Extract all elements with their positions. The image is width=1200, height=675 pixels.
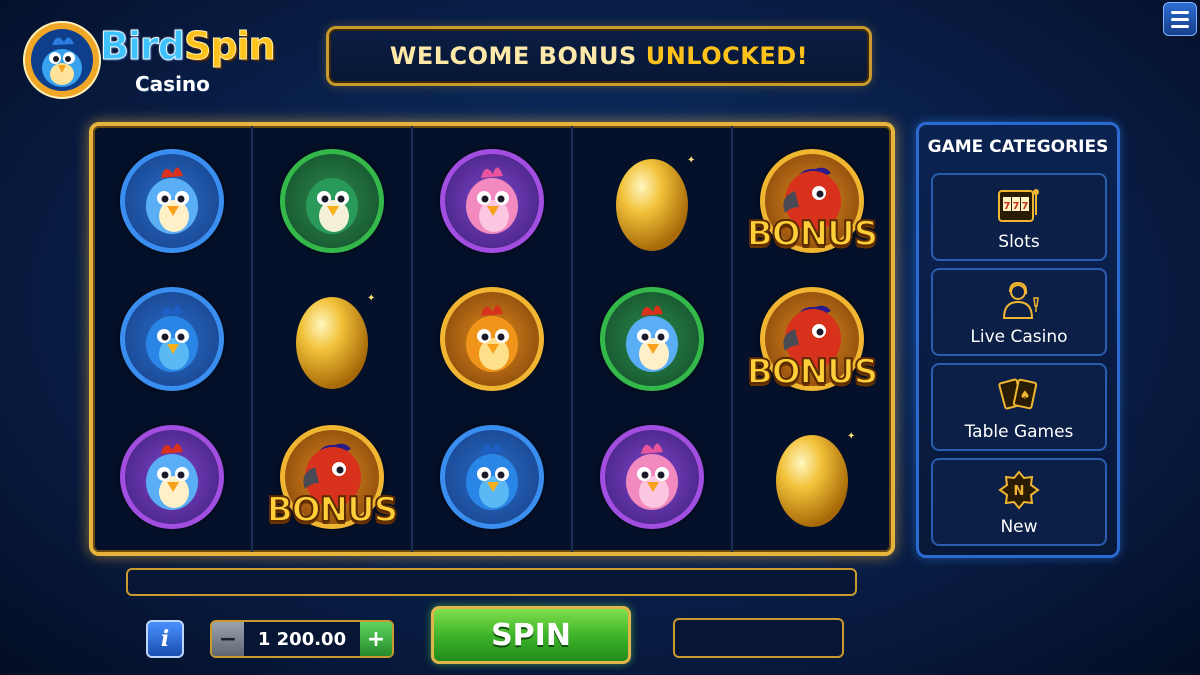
bonus-symbol: BONUS — [746, 284, 879, 394]
green-parrot-symbol — [277, 146, 387, 256]
category-label: New — [1000, 517, 1038, 537]
blue-parrot-symbol — [117, 284, 227, 394]
hamburger-icon — [1171, 10, 1189, 14]
purple-rooster-symbol — [117, 422, 227, 532]
game-categories-panel: GAME CATEGORIES 7 7 7 Slots Live Casino … — [916, 122, 1120, 558]
category-live-casino[interactable]: Live Casino — [931, 268, 1107, 356]
logo-word-bird: Bird — [100, 24, 186, 69]
category-label: Table Games — [964, 422, 1074, 442]
banner-text-main: WELCOME BONUS — [389, 42, 637, 70]
golden-egg-symbol: ✦ — [757, 422, 867, 532]
bet-increase-button[interactable]: + — [360, 622, 392, 656]
welcome-banner: WELCOME BONUS UNLOCKED! — [326, 26, 872, 86]
bonus-label: BONUS — [746, 213, 879, 255]
bet-value: 1 200.00 — [257, 628, 347, 650]
bonus-symbol: BONUS — [746, 146, 879, 256]
win-display — [673, 618, 844, 658]
blue-bird-rooster-symbol — [117, 146, 227, 256]
golden-egg-symbol: ✦ — [597, 146, 707, 256]
green-rooster-symbol — [597, 284, 707, 394]
reel-5: BONUS BONUS ✦ — [731, 126, 891, 552]
pink-bird-symbol — [597, 422, 707, 532]
reel-3 — [411, 126, 571, 552]
svg-text:7: 7 — [1013, 201, 1020, 212]
logo-subtitle: Casino — [135, 72, 210, 96]
spin-button[interactable]: SPIN — [431, 606, 631, 664]
svg-text:♠: ♠ — [1020, 388, 1031, 402]
reel-2: ✦ BONUS — [251, 126, 411, 552]
bonus-symbol: BONUS — [266, 422, 399, 532]
category-label: Slots — [998, 232, 1040, 252]
svg-text:7: 7 — [1022, 201, 1029, 212]
slot-reels: ✦ BONUS ✦ BONUS BONUS ✦ — [89, 122, 895, 556]
svg-text:✦: ✦ — [847, 431, 855, 442]
bonus-label: BONUS — [266, 489, 399, 531]
category-label: Live Casino — [970, 327, 1068, 347]
svg-text:✦: ✦ — [687, 155, 695, 166]
logo-title: BirdSpin — [100, 24, 277, 69]
win-progress-bar — [126, 568, 857, 596]
golden-egg-symbol: ✦ — [277, 284, 387, 394]
menu-button[interactable] — [1163, 2, 1197, 36]
banner-text-highlight: UNLOCKED! — [645, 42, 809, 70]
slot-machine-icon: 7 7 7 — [998, 189, 1039, 222]
blue-parrot-symbol — [437, 422, 547, 532]
bet-stepper: − 1 200.00 + — [210, 620, 394, 658]
new-badge-icon: N — [998, 470, 1040, 510]
reel-1 — [93, 126, 251, 552]
pink-bird-symbol — [437, 146, 547, 256]
golden-chick-symbol — [437, 284, 547, 394]
category-slots[interactable]: 7 7 7 Slots — [931, 173, 1107, 261]
logo: BirdSpin Casino — [22, 16, 282, 106]
svg-text:✦: ✦ — [367, 293, 375, 304]
info-button[interactable]: i — [146, 620, 184, 658]
dealer-icon — [1002, 281, 1039, 319]
bonus-label: BONUS — [746, 351, 879, 393]
category-table-games[interactable]: ♠ Table Games — [931, 363, 1107, 451]
playing-cards-icon: ♠ — [998, 378, 1038, 410]
svg-text:N: N — [1014, 484, 1025, 499]
logo-word-spin: Spin — [183, 24, 276, 69]
reel-4: ✦ — [571, 126, 731, 552]
logo-bird-icon — [23, 21, 101, 99]
category-new[interactable]: N New — [931, 458, 1107, 546]
svg-text:7: 7 — [1004, 201, 1011, 212]
bet-decrease-button[interactable]: − — [212, 622, 244, 656]
panel-title: GAME CATEGORIES — [927, 137, 1109, 157]
